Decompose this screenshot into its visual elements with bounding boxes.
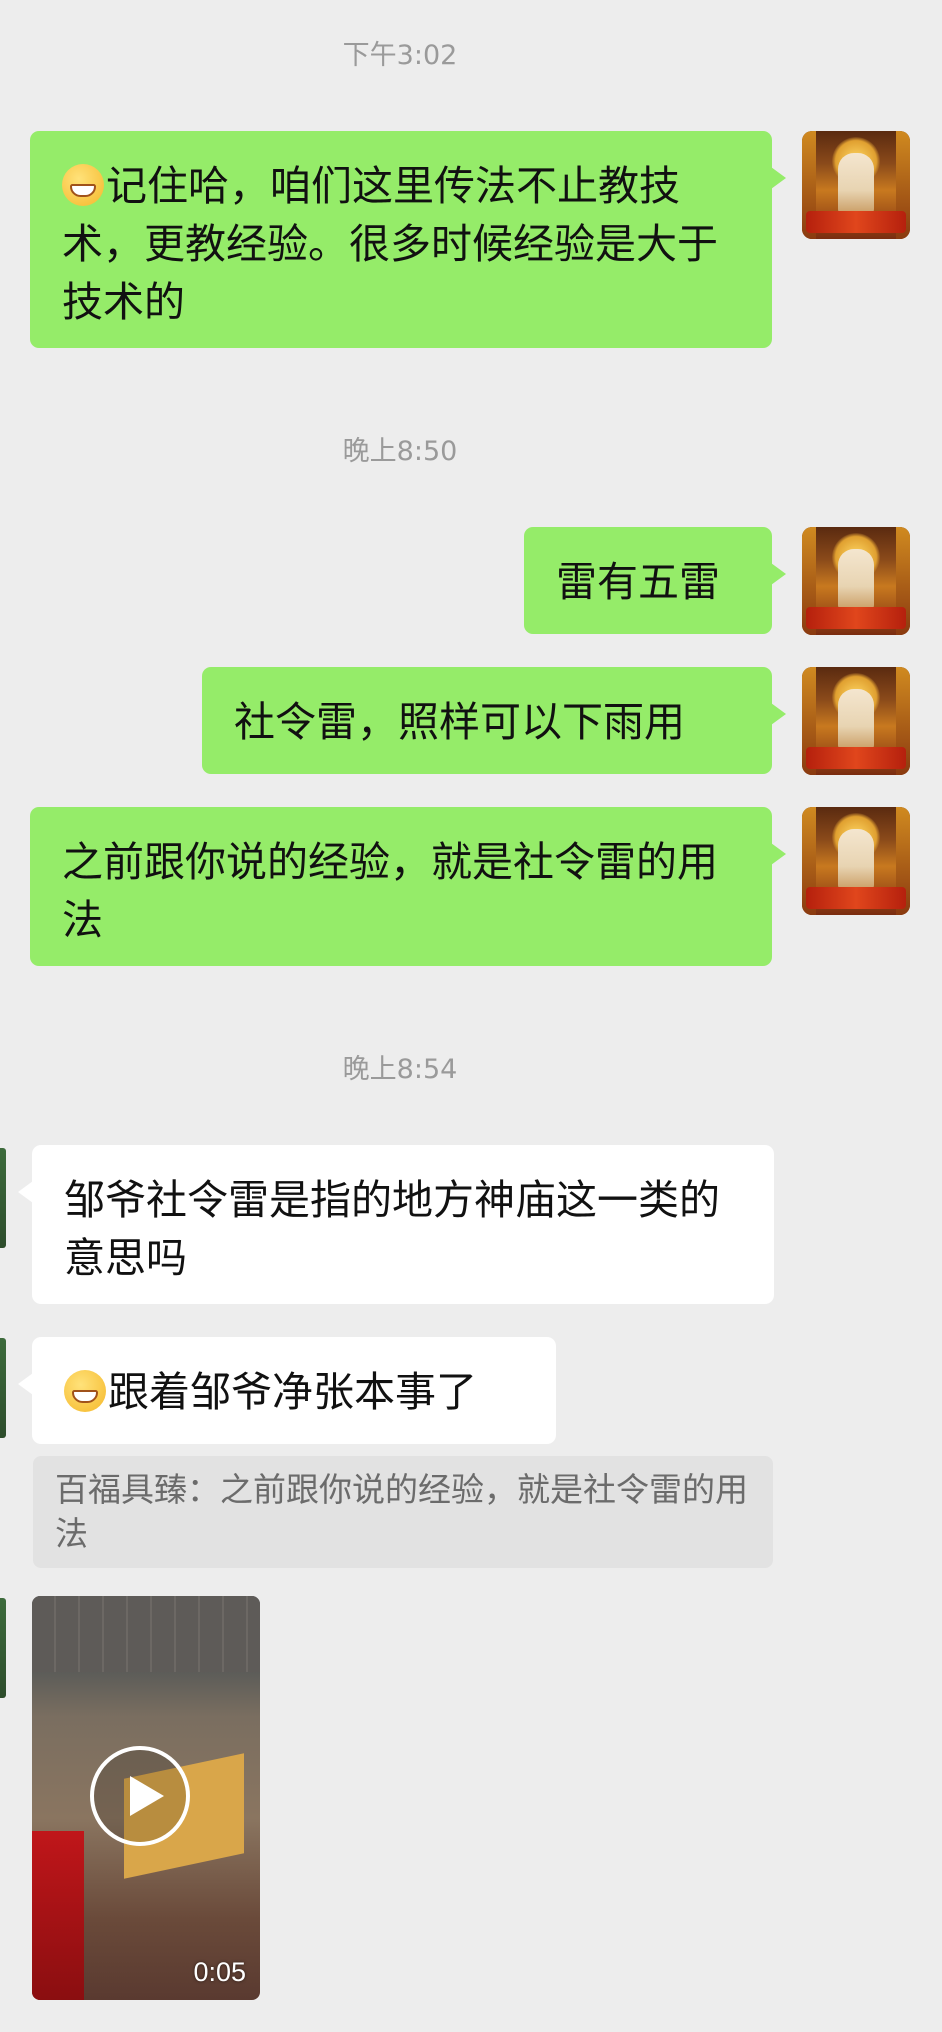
message-text: 之前跟你说的经验，就是社令雷的用法 [62, 838, 718, 944]
message-bubble-sent[interactable]: 社令雷，照样可以下雨用 [202, 667, 786, 774]
contact-avatar[interactable] [0, 1598, 6, 1698]
video-message[interactable]: 0:05 [32, 1596, 260, 2000]
timestamp: 晚上8:50 [342, 436, 458, 467]
message-bubble-sent[interactable]: 之前跟你说的经验，就是社令雷的用法 [30, 807, 786, 966]
video-duration: 0:05 [193, 1957, 246, 1987]
message-text: 社令雷，照样可以下雨用 [234, 698, 685, 746]
quoted-message[interactable]: 百福具臻：之前跟你说的经验，就是社令雷的用法 [33, 1456, 773, 1568]
message-bubble-sent[interactable]: 雷有五雷 [524, 527, 786, 634]
message-text: 跟着邹爷净张本事了 [108, 1368, 477, 1416]
play-icon[interactable] [90, 1746, 190, 1846]
timestamp: 下午3:02 [342, 40, 458, 71]
video-thumbnail-cloth [32, 1831, 84, 2000]
message-bubble-received[interactable]: 邹爷社令雷是指的地方神庙这一类的意思吗 [18, 1145, 774, 1304]
grinning-face-icon [64, 1370, 106, 1412]
message-text: 邹爷社令雷是指的地方神庙这一类的意思吗 [64, 1176, 720, 1282]
video-thumbnail-wall [32, 1596, 260, 1672]
my-avatar[interactable] [802, 667, 910, 775]
my-avatar[interactable] [802, 131, 910, 239]
my-avatar[interactable] [802, 807, 910, 915]
grinning-face-icon [62, 164, 104, 206]
contact-avatar[interactable] [0, 1148, 6, 1248]
message-text: 雷有五雷 [556, 558, 720, 606]
my-avatar[interactable] [802, 527, 910, 635]
message-bubble-sent[interactable]: 记住哈，咱们这里传法不止教技术，更教经验。很多时候经验是大于技术的 [30, 131, 786, 348]
message-text: 记住哈，咱们这里传法不止教技术，更教经验。很多时候经验是大于技术的 [62, 162, 718, 326]
message-bubble-received[interactable]: 跟着邹爷净张本事了 [18, 1337, 556, 1444]
timestamp: 晚上8:54 [342, 1054, 458, 1085]
contact-avatar[interactable] [0, 1338, 6, 1438]
